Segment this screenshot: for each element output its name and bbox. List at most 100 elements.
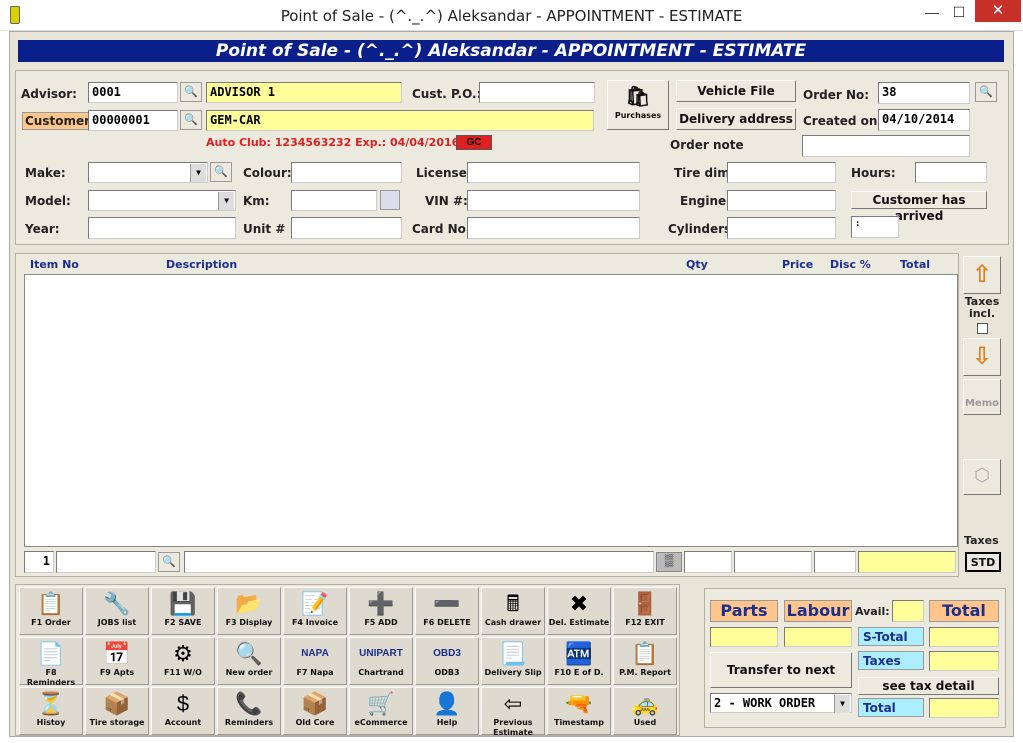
vin-field[interactable]	[467, 190, 640, 211]
tile-old-core-button[interactable]: 📦 Old Core	[283, 687, 347, 735]
km-field[interactable]	[291, 190, 377, 211]
item-lookup-button[interactable]: 🔍	[158, 552, 180, 572]
disc-input[interactable]	[814, 551, 856, 573]
tile-invoice-button[interactable]: 📝 F4 Invoice	[283, 587, 347, 635]
advisor-code-field[interactable]: 0001	[88, 82, 178, 103]
order-lookup-button[interactable]: 🔍	[975, 82, 997, 102]
colour-field[interactable]	[291, 162, 402, 183]
tile-help-button[interactable]: 👤 Help	[415, 687, 479, 735]
chevron-down-icon[interactable]: ▼	[834, 695, 850, 713]
tile-del-estimate-button[interactable]: ✖ Del. Estimate	[547, 587, 611, 635]
jobs-icon: 🔧	[103, 591, 131, 616]
vehicle-file-button[interactable]: Vehicle File	[676, 80, 796, 102]
customer-code-field[interactable]: 00000001	[88, 110, 178, 131]
chevron-down-icon[interactable]: ▼	[218, 192, 234, 210]
order-no-field[interactable]: 38	[878, 82, 970, 104]
tile-cash-drawer-button[interactable]: 🖩 Cash drawer	[481, 587, 545, 635]
km-calc-button[interactable]	[380, 190, 400, 210]
hexagon-button[interactable]: ⬡	[963, 459, 1001, 495]
arrow-down-icon: ⇩	[971, 342, 993, 370]
tile-display-button[interactable]: 📂 F3 Display	[217, 587, 281, 635]
tile-previous-button[interactable]: ⇦ Previous Estimate	[481, 687, 545, 737]
vin-label: VIN #:	[425, 194, 468, 208]
tile-reminders-button[interactable]: 📄 F8 Reminders	[19, 637, 83, 687]
purchases-button[interactable]: 🛍 Purchases	[607, 80, 669, 130]
tile-reminders-phone-button[interactable]: 📞 Reminders	[217, 687, 281, 735]
tile-new-order-button[interactable]: 🔍 New order	[217, 637, 281, 685]
tile-jobs-button[interactable]: 🔧 JOBS list	[85, 587, 149, 635]
customer-arrived-button[interactable]: Customer has arrived	[851, 191, 987, 223]
tile-work-order-button[interactable]: ⚙ F11 W/O	[151, 637, 215, 685]
gc-badge[interactable]: GC	[456, 135, 492, 150]
tire-dim-field[interactable]	[727, 162, 836, 183]
tile-ecommerce-button[interactable]: 🛒 eCommerce	[349, 687, 413, 735]
tile-order-button[interactable]: 📋 F1 Order	[19, 587, 83, 635]
move-down-button[interactable]: ⇩	[963, 338, 1001, 376]
hours-field[interactable]	[915, 162, 987, 183]
tile-used-button[interactable]: 🚕 Used	[613, 687, 677, 735]
customer-name-field[interactable]: GEM-CAR	[206, 110, 594, 131]
tile-label: F12 EXIT	[625, 618, 665, 627]
tile-end-of-day-button[interactable]: 🏧 F10 E of D.	[547, 637, 611, 685]
tile-save-button[interactable]: 💾 F2 SAVE	[151, 587, 215, 635]
tire-icon[interactable]: ▒	[656, 552, 682, 572]
tile-label: F3 Display	[225, 618, 273, 627]
tile-delete-button[interactable]: ➖ F6 DELETE	[415, 587, 479, 635]
tile-tire-storage-button[interactable]: 📦 Tire storage	[85, 687, 149, 735]
engine-field[interactable]	[727, 190, 836, 211]
history-icon: ⏳	[37, 691, 65, 716]
cash-drawer-icon: 🖩	[506, 591, 520, 616]
tile-label: F1 Order	[31, 618, 71, 627]
line-no-field[interactable]: 1	[24, 551, 54, 573]
std-button[interactable]: STD	[965, 552, 1001, 572]
minimize-button[interactable]: —	[918, 2, 946, 24]
advisor-name-field[interactable]: ADVISOR 1	[206, 82, 402, 103]
tile-history-button[interactable]: ⏳ Histoy	[19, 687, 83, 735]
calendar-icon: 📅	[103, 641, 131, 666]
order-note-field[interactable]	[802, 135, 970, 157]
description-input[interactable]	[184, 551, 654, 573]
created-on-field[interactable]: 04/10/2014	[878, 109, 970, 131]
customer-lookup-button[interactable]: 🔍	[180, 110, 202, 130]
tile-pm-report-button[interactable]: 📋 P.M. Report	[613, 637, 677, 685]
see-tax-detail-button[interactable]: see tax detail	[858, 677, 999, 695]
line-total-field	[858, 551, 956, 573]
memo-button[interactable]: Memo	[963, 379, 1001, 415]
make-select[interactable]: ▼	[88, 162, 208, 183]
transfer-next-step-button[interactable]: Transfer to next step.	[710, 652, 852, 711]
unit-field[interactable]	[291, 217, 402, 239]
tile-obd3-button[interactable]: OBD3 ODB3	[415, 637, 479, 685]
year-field[interactable]	[88, 217, 236, 239]
taxes-incl-checkbox[interactable]	[977, 323, 988, 334]
make-lookup-button[interactable]: 🔍	[210, 162, 232, 182]
col-qty: Qty	[686, 258, 708, 271]
qty-input[interactable]	[684, 551, 732, 573]
delivery-address-button[interactable]: Delivery address	[676, 108, 796, 130]
price-input[interactable]	[734, 551, 812, 573]
items-list[interactable]	[24, 274, 958, 547]
work-order-select[interactable]: 2 - WORK ORDER ▼	[710, 693, 852, 713]
chevron-down-icon[interactable]: ▼	[190, 164, 206, 182]
move-up-button[interactable]: ⇧	[963, 256, 1001, 294]
tile-unipart-button[interactable]: UNIPART Chartrand	[349, 637, 413, 685]
add-icon: ➕	[367, 591, 395, 616]
tile-scanner-button[interactable]: 🔫 Timestamp	[547, 687, 611, 735]
close-button[interactable]: ✕	[975, 0, 1021, 22]
tile-calendar-button[interactable]: 📅 F9 Apts	[85, 637, 149, 685]
model-select[interactable]: ▼	[88, 190, 236, 211]
maximize-button[interactable]: ☐	[945, 2, 973, 24]
cylinders-field[interactable]	[727, 217, 836, 239]
license-field[interactable]	[467, 162, 640, 183]
tile-add-button[interactable]: ➕ F5 ADD	[349, 587, 413, 635]
tile-exit-button[interactable]: 🚪 F12 EXIT	[613, 587, 677, 635]
item-no-input[interactable]	[56, 551, 156, 573]
cust-po-field[interactable]	[479, 82, 595, 103]
advisor-lookup-button[interactable]: 🔍	[180, 82, 202, 102]
card-no-field[interactable]	[467, 217, 640, 239]
tile-napa-button[interactable]: NAPA F7 Napa	[283, 637, 347, 685]
time-field[interactable]: :	[851, 216, 899, 238]
tile-delivery-slip-button[interactable]: 📃 Delivery Slip	[481, 637, 545, 685]
purchases-icon: 🛍	[625, 84, 651, 108]
hexagon-icon: ⬡	[974, 465, 990, 486]
tile-account-button[interactable]: $ Account	[151, 687, 215, 735]
